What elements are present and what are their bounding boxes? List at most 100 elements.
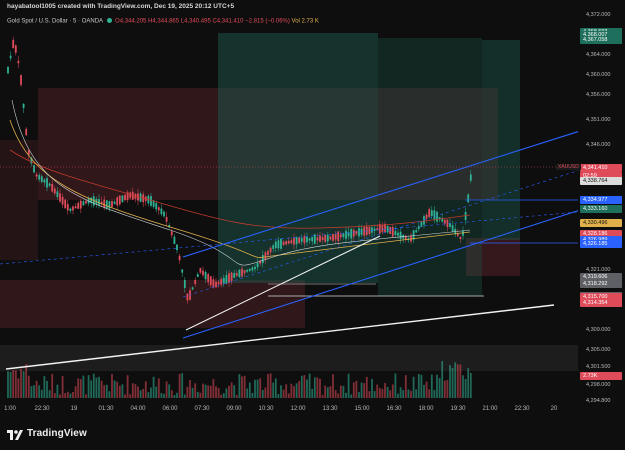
volume-bar [74, 386, 77, 398]
volume-bar [462, 375, 464, 398]
volume-bar [373, 391, 376, 398]
price-label: 4,360.000 [586, 71, 611, 78]
target-zone [218, 33, 378, 283]
volume-bar [326, 387, 329, 398]
volume-bar [152, 376, 155, 398]
candle-body [212, 279, 215, 288]
price-label: 4,346.000 [586, 141, 611, 148]
volume-bar [38, 385, 41, 398]
volume-bar [137, 386, 139, 398]
price-axis[interactable]: 4,372.000 4,364.000 4,360.000 4,356.000 4,35… [578, 0, 625, 414]
candle-body [316, 237, 319, 241]
volume-bar [332, 374, 334, 398]
candle-body [373, 228, 376, 231]
volume-bar [443, 380, 446, 398]
candle-body [178, 255, 181, 261]
volume-bar [59, 394, 61, 398]
volume-bar [147, 392, 150, 398]
candle-body [342, 233, 345, 237]
volume-bar [48, 390, 51, 398]
time-label: 18:00 [418, 406, 434, 412]
volume-bar [360, 382, 363, 398]
time-axis[interactable]: 1:00 22:30 19 01:30 04:00 06:00 07:30 09:00 10:3… [0, 404, 578, 418]
volume-bar [56, 384, 59, 398]
time-label: 12:00 [290, 406, 306, 412]
volume-bar [384, 383, 386, 398]
candle-body [199, 268, 202, 273]
candle-body [48, 183, 51, 186]
volume-bar [441, 361, 444, 398]
volume-bar [290, 383, 293, 398]
price-tag: 2.73K [580, 371, 622, 380]
candle-body [329, 236, 332, 240]
candle-body [391, 226, 394, 237]
volume-bar [300, 375, 303, 398]
candle-body [176, 244, 178, 251]
candle-body [209, 276, 212, 286]
volume-bar [220, 394, 223, 398]
volume-bar [173, 394, 176, 398]
volume-bar [85, 394, 87, 398]
candle-body [371, 227, 373, 233]
volume-bar [30, 386, 33, 398]
volume-bar [111, 373, 113, 398]
volume-bar [272, 382, 275, 398]
candle-body [295, 237, 298, 245]
candle-body [7, 66, 9, 74]
volume-bar [423, 384, 425, 398]
candle-body [282, 241, 285, 245]
volume-bar [306, 379, 308, 398]
volume-bar [430, 374, 433, 398]
candle-body [191, 287, 194, 290]
volume-bar [64, 393, 67, 398]
time-label: 20 [550, 406, 558, 412]
volume-bar [282, 389, 285, 398]
candle-body [129, 192, 132, 198]
volume-bar [243, 375, 246, 398]
candle-body [293, 237, 295, 245]
candle-body [51, 184, 54, 192]
candle-body [64, 199, 67, 209]
volume-bar [399, 387, 402, 398]
candle-body [235, 273, 238, 276]
volume-bar [363, 383, 366, 398]
volume-bar [90, 380, 93, 398]
candle-body [446, 219, 449, 228]
volume-bar [267, 374, 269, 398]
candle-body [207, 274, 210, 283]
candle-body [451, 225, 454, 232]
volume-bar [425, 381, 428, 398]
candle-body [443, 219, 446, 224]
candle-body [238, 269, 241, 277]
volume-bar [9, 371, 12, 398]
candle-body [277, 240, 280, 249]
volume-bar [189, 380, 191, 398]
volume-bar [311, 388, 314, 398]
volume-bar [391, 384, 394, 398]
candle-body [326, 234, 329, 242]
volume-bar [469, 372, 472, 398]
volume-bar [456, 364, 459, 398]
candle-body [79, 200, 82, 209]
author-line: hayabatool1005 created with TradingView.… [7, 3, 235, 10]
candle-body [264, 252, 267, 260]
candle-body [397, 232, 399, 236]
volume-bar [407, 389, 410, 398]
time-label: 1:00 [4, 406, 16, 412]
volume-bar [72, 391, 74, 398]
volume-bar [347, 373, 350, 398]
candle-body [56, 191, 59, 198]
candle-body [12, 39, 15, 49]
ohlc-high: H4,344.865 [148, 18, 180, 25]
candle-body [17, 60, 20, 64]
ohlc-close: C4,341.410 [212, 18, 244, 25]
volume-bar [215, 386, 217, 398]
candle-body [183, 279, 186, 289]
symbol-name[interactable]: Gold Spot / U.S. Dollar · 5 · OANDA [7, 19, 103, 25]
volume-bar [61, 375, 64, 398]
volume-bar [228, 385, 230, 398]
candle-body [170, 231, 173, 236]
candle-body [215, 281, 217, 288]
volume-bar [209, 385, 212, 398]
price-chart-canvas[interactable] [0, 0, 578, 414]
